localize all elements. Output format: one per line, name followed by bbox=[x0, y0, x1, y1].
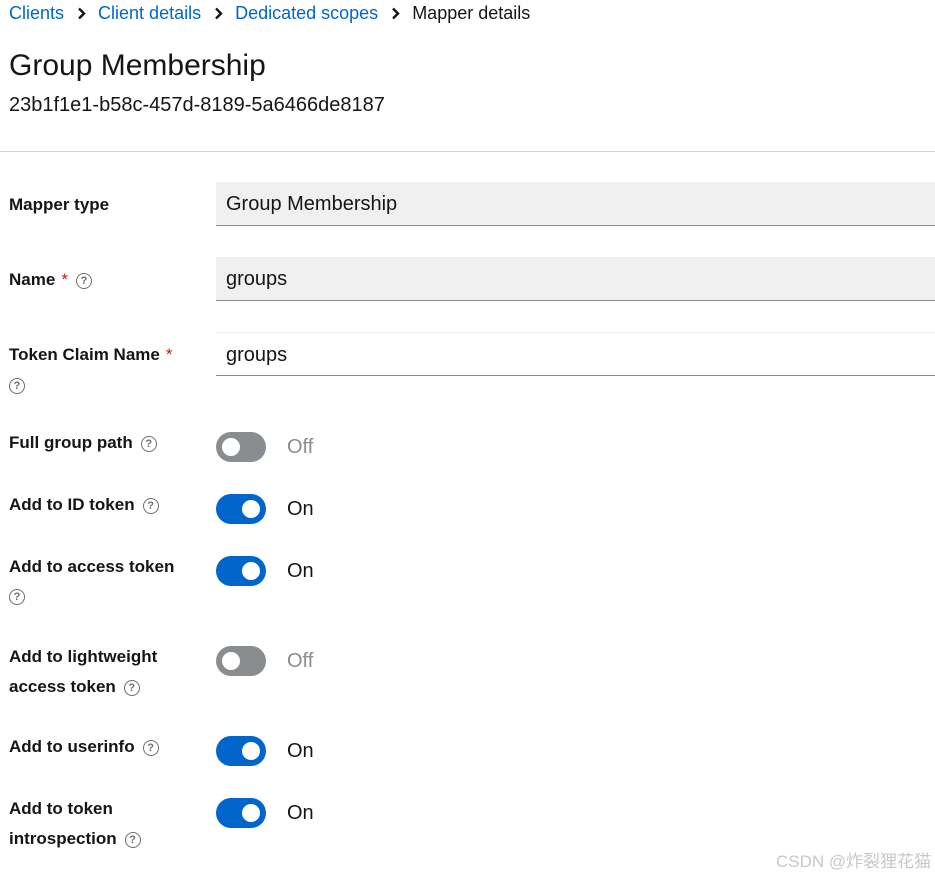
add-to-token-introspection-state: On bbox=[287, 802, 314, 824]
header-divider bbox=[0, 151, 935, 152]
add-to-id-token-label: Add to ID token? bbox=[9, 490, 199, 520]
help-icon[interactable]: ? bbox=[140, 435, 157, 452]
add-to-access-token-label: Add to access token bbox=[9, 557, 175, 576]
mapper-type-field: Group Membership bbox=[216, 182, 935, 226]
help-icon[interactable]: ? bbox=[142, 739, 159, 756]
add-to-id-token-state: On bbox=[287, 498, 314, 520]
name-field: groups bbox=[216, 257, 935, 301]
add-to-lightweight-access-token-toggle[interactable] bbox=[216, 646, 266, 676]
breadcrumb-clients-link[interactable]: Clients bbox=[9, 3, 64, 24]
toggle-knob bbox=[222, 438, 240, 456]
toggle-knob bbox=[242, 742, 260, 760]
add-to-userinfo-state: On bbox=[287, 740, 314, 762]
breadcrumb: Clients Client details Dedicated scopes … bbox=[9, 2, 530, 24]
add-to-userinfo-label: Add to userinfo? bbox=[9, 732, 199, 762]
chevron-right-icon bbox=[378, 3, 412, 24]
breadcrumb-dedicated-scopes-link[interactable]: Dedicated scopes bbox=[235, 3, 378, 24]
add-to-token-introspection-label: Add to token introspection? bbox=[9, 794, 199, 854]
help-icon[interactable]: ? bbox=[124, 831, 141, 848]
full-group-path-label: Full group path? bbox=[9, 428, 199, 458]
page-title: Group Membership bbox=[9, 49, 266, 82]
full-group-path-toggle[interactable] bbox=[216, 432, 266, 462]
add-to-id-token-toggle[interactable] bbox=[216, 494, 266, 524]
token-claim-name-input[interactable]: groups bbox=[216, 332, 935, 376]
toggle-knob bbox=[242, 562, 260, 580]
help-icon[interactable]: ? bbox=[75, 272, 92, 289]
add-to-lightweight-access-token-label: Add to lightweight access token? bbox=[9, 647, 158, 696]
name-label: Name *? bbox=[9, 265, 199, 295]
toggle-knob bbox=[242, 500, 260, 518]
help-icon[interactable]: ? bbox=[142, 497, 159, 514]
toggle-knob bbox=[242, 804, 260, 822]
breadcrumb-current: Mapper details bbox=[412, 2, 531, 23]
add-to-access-token-toggle[interactable] bbox=[216, 556, 266, 586]
help-icon[interactable]: ? bbox=[9, 589, 25, 605]
chevron-right-icon bbox=[201, 3, 235, 24]
add-to-userinfo-toggle[interactable] bbox=[216, 736, 266, 766]
add-to-access-token-state: On bbox=[287, 560, 314, 582]
mapper-type-label: Mapper type bbox=[9, 195, 110, 214]
required-asterisk: * bbox=[165, 345, 173, 364]
required-asterisk: * bbox=[61, 270, 68, 289]
breadcrumb-client-details-link[interactable]: Client details bbox=[98, 3, 201, 24]
add-to-token-introspection-toggle[interactable] bbox=[216, 798, 266, 828]
add-to-lightweight-access-token-state: Off bbox=[287, 650, 314, 672]
help-icon[interactable]: ? bbox=[9, 378, 25, 394]
full-group-path-state: Off bbox=[287, 436, 314, 458]
chevron-right-icon bbox=[64, 3, 98, 24]
watermark: CSDN @炸裂狸花猫 bbox=[776, 852, 932, 871]
mapper-id: 23b1f1e1-b58c-457d-8189-5a6466de8187 bbox=[9, 94, 385, 116]
token-claim-name-label: Token Claim Name * bbox=[9, 345, 173, 364]
help-icon[interactable]: ? bbox=[123, 679, 140, 696]
toggle-knob bbox=[222, 652, 240, 670]
